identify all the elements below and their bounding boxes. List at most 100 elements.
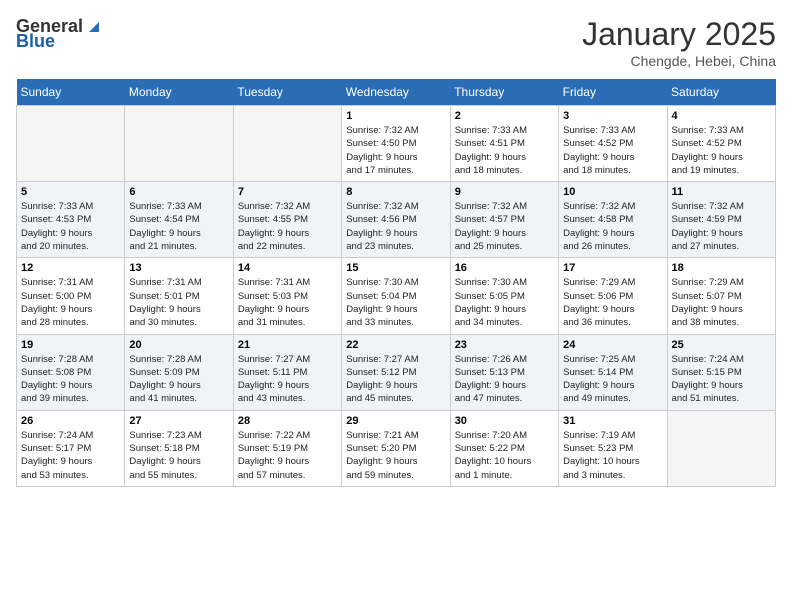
weekday-header-friday: Friday <box>559 79 667 106</box>
calendar-cell: 29 Sunrise: 7:21 AM Sunset: 5:20 PM Dayli… <box>342 410 450 486</box>
calendar-cell: 18 Sunrise: 7:29 AM Sunset: 5:07 PM Dayli… <box>667 258 775 334</box>
calendar-cell: 30 Sunrise: 7:20 AM Sunset: 5:22 PM Dayli… <box>450 410 558 486</box>
day-info: Sunrise: 7:33 AM Sunset: 4:53 PM Dayligh… <box>21 200 120 253</box>
day-info: Sunrise: 7:29 AM Sunset: 5:07 PM Dayligh… <box>672 276 771 329</box>
day-info: Sunrise: 7:32 AM Sunset: 4:57 PM Dayligh… <box>455 200 554 253</box>
calendar-cell: 22 Sunrise: 7:27 AM Sunset: 5:12 PM Dayli… <box>342 334 450 410</box>
day-info: Sunrise: 7:31 AM Sunset: 5:01 PM Dayligh… <box>129 276 228 329</box>
calendar-cell: 11Sunrise: 7:32 AM Sunset: 4:59 PM Dayli… <box>667 182 775 258</box>
day-number: 17 <box>563 262 662 274</box>
calendar-cell: 17Sunrise: 7:29 AM Sunset: 5:06 PM Dayli… <box>559 258 667 334</box>
weekday-header-thursday: Thursday <box>450 79 558 106</box>
day-info: Sunrise: 7:32 AM Sunset: 4:55 PM Dayligh… <box>238 200 337 253</box>
day-info: Sunrise: 7:26 AM Sunset: 5:13 PM Dayligh… <box>455 353 554 406</box>
day-info: Sunrise: 7:31 AM Sunset: 5:03 PM Dayligh… <box>238 276 337 329</box>
day-number: 21 <box>238 339 337 351</box>
day-number: 28 <box>238 415 337 427</box>
calendar-cell: 28Sunrise: 7:22 AM Sunset: 5:19 PM Dayli… <box>233 410 341 486</box>
day-number: 7 <box>238 186 337 198</box>
day-info: Sunrise: 7:20 AM Sunset: 5:22 PM Dayligh… <box>455 429 554 482</box>
calendar-cell: 3 Sunrise: 7:33 AM Sunset: 4:52 PM Daylig… <box>559 106 667 182</box>
day-info: Sunrise: 7:33 AM Sunset: 4:52 PM Dayligh… <box>563 124 662 177</box>
day-number: 3 <box>563 110 662 122</box>
day-info: Sunrise: 7:28 AM Sunset: 5:09 PM Dayligh… <box>129 353 228 406</box>
day-info: Sunrise: 7:19 AM Sunset: 5:23 PM Dayligh… <box>563 429 662 482</box>
calendar-body: 1 Sunrise: 7:32 AM Sunset: 4:50 PM Daylig… <box>17 106 776 487</box>
day-info: Sunrise: 7:27 AM Sunset: 5:12 PM Dayligh… <box>346 353 445 406</box>
day-number: 30 <box>455 415 554 427</box>
logo-blue-text: Blue <box>16 31 55 52</box>
day-number: 19 <box>21 339 120 351</box>
calendar-cell <box>233 106 341 182</box>
day-number: 15 <box>346 262 445 274</box>
calendar-cell: 26 Sunrise: 7:24 AM Sunset: 5:17 PM Dayli… <box>17 410 125 486</box>
page-header: General Blue January 2025 Chengde, Hebei… <box>16 16 776 69</box>
day-number: 6 <box>129 186 228 198</box>
calendar-cell: 2Sunrise: 7:33 AM Sunset: 4:51 PM Daylig… <box>450 106 558 182</box>
day-number: 9 <box>455 186 554 198</box>
calendar-week-row: 19 Sunrise: 7:28 AM Sunset: 5:08 PM Dayli… <box>17 334 776 410</box>
calendar-week-row: 5 Sunrise: 7:33 AM Sunset: 4:53 PM Daylig… <box>17 182 776 258</box>
day-info: Sunrise: 7:27 AM Sunset: 5:11 PM Dayligh… <box>238 353 337 406</box>
day-info: Sunrise: 7:23 AM Sunset: 5:18 PM Dayligh… <box>129 429 228 482</box>
calendar-cell: 9 Sunrise: 7:32 AM Sunset: 4:57 PM Daylig… <box>450 182 558 258</box>
day-number: 14 <box>238 262 337 274</box>
day-info: Sunrise: 7:30 AM Sunset: 5:04 PM Dayligh… <box>346 276 445 329</box>
day-number: 27 <box>129 415 228 427</box>
day-info: Sunrise: 7:32 AM Sunset: 4:50 PM Dayligh… <box>346 124 445 177</box>
day-number: 10 <box>563 186 662 198</box>
day-info: Sunrise: 7:24 AM Sunset: 5:15 PM Dayligh… <box>672 353 771 406</box>
calendar-table: SundayMondayTuesdayWednesdayThursdayFrid… <box>16 79 776 487</box>
day-number: 12 <box>21 262 120 274</box>
day-info: Sunrise: 7:21 AM Sunset: 5:20 PM Dayligh… <box>346 429 445 482</box>
calendar-cell: 13Sunrise: 7:31 AM Sunset: 5:01 PM Dayli… <box>125 258 233 334</box>
calendar-week-row: 26 Sunrise: 7:24 AM Sunset: 5:17 PM Dayli… <box>17 410 776 486</box>
day-info: Sunrise: 7:24 AM Sunset: 5:17 PM Dayligh… <box>21 429 120 482</box>
logo: General Blue <box>16 16 103 52</box>
calendar-cell <box>667 410 775 486</box>
month-title: January 2025 <box>582 16 776 53</box>
day-number: 1 <box>346 110 445 122</box>
calendar-cell: 20Sunrise: 7:28 AM Sunset: 5:09 PM Dayli… <box>125 334 233 410</box>
day-number: 11 <box>672 186 771 198</box>
weekday-header-saturday: Saturday <box>667 79 775 106</box>
weekday-header-monday: Monday <box>125 79 233 106</box>
weekday-header-tuesday: Tuesday <box>233 79 341 106</box>
calendar-cell: 23 Sunrise: 7:26 AM Sunset: 5:13 PM Dayli… <box>450 334 558 410</box>
day-info: Sunrise: 7:32 AM Sunset: 4:56 PM Dayligh… <box>346 200 445 253</box>
day-number: 31 <box>563 415 662 427</box>
day-number: 16 <box>455 262 554 274</box>
calendar-week-row: 1 Sunrise: 7:32 AM Sunset: 4:50 PM Daylig… <box>17 106 776 182</box>
calendar-cell: 5 Sunrise: 7:33 AM Sunset: 4:53 PM Daylig… <box>17 182 125 258</box>
day-number: 25 <box>672 339 771 351</box>
location-text: Chengde, Hebei, China <box>582 53 776 69</box>
calendar-cell: 14 Sunrise: 7:31 AM Sunset: 5:03 PM Dayli… <box>233 258 341 334</box>
day-number: 18 <box>672 262 771 274</box>
day-info: Sunrise: 7:30 AM Sunset: 5:05 PM Dayligh… <box>455 276 554 329</box>
weekday-header-row: SundayMondayTuesdayWednesdayThursdayFrid… <box>17 79 776 106</box>
day-number: 22 <box>346 339 445 351</box>
calendar-cell: 8 Sunrise: 7:32 AM Sunset: 4:56 PM Daylig… <box>342 182 450 258</box>
calendar-week-row: 12Sunrise: 7:31 AM Sunset: 5:00 PM Dayli… <box>17 258 776 334</box>
day-number: 23 <box>455 339 554 351</box>
title-block: January 2025 Chengde, Hebei, China <box>582 16 776 69</box>
calendar-cell: 12Sunrise: 7:31 AM Sunset: 5:00 PM Dayli… <box>17 258 125 334</box>
calendar-cell: 21 Sunrise: 7:27 AM Sunset: 5:11 PM Dayli… <box>233 334 341 410</box>
day-info: Sunrise: 7:28 AM Sunset: 5:08 PM Dayligh… <box>21 353 120 406</box>
day-number: 24 <box>563 339 662 351</box>
day-number: 29 <box>346 415 445 427</box>
day-number: 26 <box>21 415 120 427</box>
day-number: 5 <box>21 186 120 198</box>
day-info: Sunrise: 7:33 AM Sunset: 4:54 PM Dayligh… <box>129 200 228 253</box>
calendar-cell: 15 Sunrise: 7:30 AM Sunset: 5:04 PM Dayli… <box>342 258 450 334</box>
logo-triangle-icon <box>85 18 103 34</box>
weekday-header-wednesday: Wednesday <box>342 79 450 106</box>
calendar-cell: 10Sunrise: 7:32 AM Sunset: 4:58 PM Dayli… <box>559 182 667 258</box>
calendar-cell: 24 Sunrise: 7:25 AM Sunset: 5:14 PM Dayli… <box>559 334 667 410</box>
day-info: Sunrise: 7:33 AM Sunset: 4:51 PM Dayligh… <box>455 124 554 177</box>
calendar-cell: 1 Sunrise: 7:32 AM Sunset: 4:50 PM Daylig… <box>342 106 450 182</box>
day-info: Sunrise: 7:25 AM Sunset: 5:14 PM Dayligh… <box>563 353 662 406</box>
calendar-cell: 7 Sunrise: 7:32 AM Sunset: 4:55 PM Daylig… <box>233 182 341 258</box>
day-number: 8 <box>346 186 445 198</box>
day-number: 4 <box>672 110 771 122</box>
